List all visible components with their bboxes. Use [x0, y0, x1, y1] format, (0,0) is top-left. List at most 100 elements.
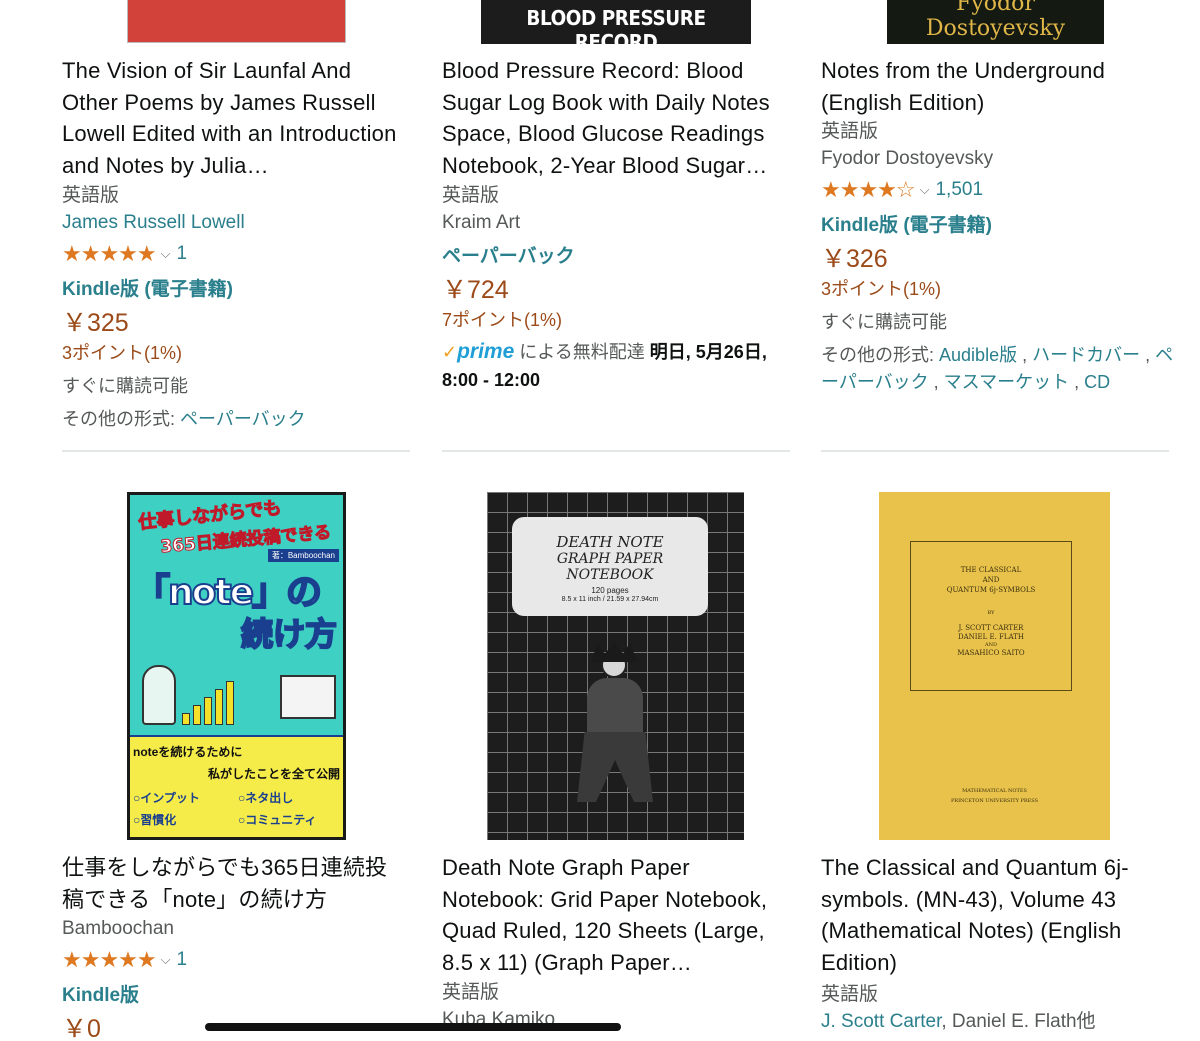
author-link[interactable]: James Russell Lowell [62, 209, 412, 236]
price: ￥724 [442, 276, 509, 304]
edition-label: 英語版 [821, 121, 879, 143]
rating-row[interactable]: ★★★★★ ⌵ 1 [62, 942, 412, 978]
rating-row[interactable]: ★★★★☆ ⌵ 1,501 [821, 172, 1171, 208]
cover-info-box: noteを続けるために 私がしたことを全て公開 ○インプット ○ネタ出し ○習慣… [130, 735, 343, 837]
product-title[interactable]: The Vision of Sir Launfal And Other Poem… [62, 55, 412, 182]
rating-count[interactable]: 1,501 [935, 179, 983, 201]
cover-title-line-2: GRAPH PAPER NOTEBOOK [556, 551, 664, 583]
product-title[interactable]: Blood Pressure Record: Blood Sugar Log B… [442, 55, 792, 182]
prime-logo: prime [457, 340, 515, 363]
format-link[interactable]: Kindle版 (電子書籍) [62, 272, 412, 308]
row-divider [821, 450, 1169, 452]
chevron-down-icon: ⌵ [919, 182, 930, 198]
other-format-massmarket[interactable]: マスマーケット [944, 372, 1069, 392]
availability: すぐに購読可能 [62, 376, 188, 396]
home-indicator[interactable] [205, 1023, 621, 1031]
book-cover-note[interactable]: 仕事しながらでも 365日連続投稿できる 著：Bamboochan 「note」… [127, 492, 346, 840]
rating-row[interactable]: ★★★★★ ⌵ 1 [62, 236, 412, 272]
rating-stars-icon: ★★★★☆ [821, 177, 916, 203]
price: ￥326 [821, 245, 888, 274]
cover-item-4: ○コミュニティ [238, 813, 317, 827]
cover-illustration [182, 675, 252, 725]
book-cover-underground[interactable]: Fyodor Dostoyevsky [887, 0, 1104, 44]
rating-count[interactable]: 1 [176, 243, 187, 265]
rating-stars-icon: ★★★★★ [62, 241, 157, 266]
product-card: 仕事をしながらでも365日連続投稿できる「note」の続け方 Bamboocha… [62, 852, 412, 1041]
cover-author-text: Fyodor Dostoyevsky [925, 0, 1066, 41]
cover-series: MATHEMATICAL NOTES [962, 788, 1027, 794]
product-title[interactable]: 仕事をしながらでも365日連続投稿できる「note」の続け方 [62, 852, 407, 915]
availability: すぐに購読可能 [821, 312, 947, 333]
other-format-link[interactable]: ペーパーバック [180, 409, 306, 429]
book-cover-blood-pressure[interactable]: BLOOD PRESSURE RECORD [481, 0, 751, 44]
product-title[interactable]: The Classical and Quantum 6j-symbols. (M… [821, 852, 1151, 979]
product-title[interactable]: Notes from the Underground (English Edit… [821, 55, 1171, 118]
prime-check-icon: ✓ [442, 342, 458, 362]
cover-big-title-2: 続け方 [240, 614, 338, 654]
other-format-cd[interactable]: CD [1084, 372, 1110, 392]
points: 3ポイント(1%) [821, 279, 942, 300]
format-link[interactable]: Kindle版 [62, 978, 412, 1014]
other-formats: その他の形式: ペーパーバック [62, 406, 412, 433]
author-name: Bamboochan [62, 918, 174, 940]
cover-item-2: ○ネタ出し [238, 791, 294, 805]
other-format-audible[interactable]: Audible版 [939, 345, 1017, 365]
cover-pages: 120 pages [591, 586, 629, 595]
points: 7ポイント(1%) [442, 310, 563, 330]
chevron-down-icon: ⌵ [160, 952, 171, 968]
product-card: The Vision of Sir Launfal And Other Poem… [62, 55, 412, 433]
product-card: Notes from the Underground (English Edit… [821, 55, 1173, 396]
cover-frame: THE CLASSICAL AND QUANTUM 6j-SYMBOLS BY … [910, 541, 1072, 691]
cover-author-2: DANIEL E. FLATH [957, 633, 1025, 641]
cover-laptop-figure [280, 675, 336, 719]
cover-box-line-1: noteを続けるために [133, 745, 243, 759]
delivery-info: ✓prime による無料配達 明日, 5月26日, 8:00 - 12:00 [442, 338, 792, 394]
other-formats-label: その他の形式: [62, 409, 176, 429]
points: 3ポイント(1%) [62, 343, 183, 363]
cover-big-title-1: 「note」の [133, 571, 323, 614]
author-link[interactable]: J. Scott Carter [821, 1011, 941, 1032]
book-cover-6j-symbols[interactable]: THE CLASSICAL AND QUANTUM 6j-SYMBOLS BY … [879, 492, 1110, 840]
row-divider [62, 450, 410, 452]
other-formats: その他の形式: Audible版 , ハードカバー , ペーパーバック , マス… [821, 345, 1174, 393]
cover-title-3: QUANTUM 6j-SYMBOLS [946, 586, 1036, 594]
rating-count[interactable]: 1 [176, 949, 187, 971]
author-rest: , Daniel E. Flath他 [941, 1010, 1096, 1032]
cover-figure-illustration [577, 642, 653, 812]
book-cover-launfal[interactable] [127, 0, 346, 43]
edition-label: 英語版 [442, 982, 500, 1003]
edition-label: 英語版 [442, 185, 500, 206]
delivery-date: 明日, 5月26日, [649, 342, 767, 362]
chevron-down-icon: ⌵ [160, 246, 171, 261]
cover-author-3: MASAHICO SAITO [957, 649, 1025, 657]
author-name: Fyodor Dostoyevsky [821, 148, 994, 170]
cover-author-1: J. SCOTT CARTER [958, 624, 1024, 632]
cover-art: 仕事しながらでも 365日連続投稿できる 著：Bamboochan 「note」… [130, 495, 343, 837]
edition-label: 英語版 [62, 185, 120, 206]
other-formats-label: その他の形式: [821, 345, 935, 366]
cover-and: AND [985, 642, 997, 648]
author-line: J. Scott Carter, Daniel E. Flath他 [821, 1008, 1171, 1035]
cover-label: DEATH NOTE GRAPH PAPER NOTEBOOK 120 page… [512, 517, 708, 616]
cover-byline: 著：Bamboochan [267, 549, 339, 562]
cover-item-3: ○習慣化 [133, 813, 177, 827]
cover-item-1: ○インプット [133, 791, 200, 805]
cover-person-figure [142, 665, 176, 725]
product-card: The Classical and Quantum 6j-symbols. (M… [821, 852, 1171, 1035]
row-divider [442, 450, 790, 452]
product-card: Blood Pressure Record: Blood Sugar Log B… [442, 55, 792, 394]
cover-press: PRINCETON UNIVERSITY PRESS [950, 798, 1039, 804]
cover-title-text: BLOOD PRESSURE RECORD [526, 6, 706, 44]
other-format-hardcover[interactable]: ハードカバー [1032, 345, 1140, 365]
book-cover-death-note[interactable]: DEATH NOTE GRAPH PAPER NOTEBOOK 120 page… [487, 492, 744, 840]
edition-label: 英語版 [821, 983, 879, 1005]
cover-size: 8.5 x 11 inch / 21.59 x 27.94cm [561, 596, 659, 603]
product-card: Death Note Graph Paper Notebook: Grid Pa… [442, 852, 792, 1033]
delivery-time: 8:00 - 12:00 [442, 370, 541, 390]
product-title[interactable]: Death Note Graph Paper Notebook: Grid Pa… [442, 852, 792, 979]
price: ￥325 [62, 309, 129, 337]
format-link[interactable]: ペーパーバック [442, 239, 792, 275]
cover-by: BY [987, 610, 995, 616]
format-link[interactable]: Kindle版 (電子書籍) [821, 208, 1171, 244]
cover-box-line-2: 私がしたことを全て公開 [207, 767, 340, 781]
